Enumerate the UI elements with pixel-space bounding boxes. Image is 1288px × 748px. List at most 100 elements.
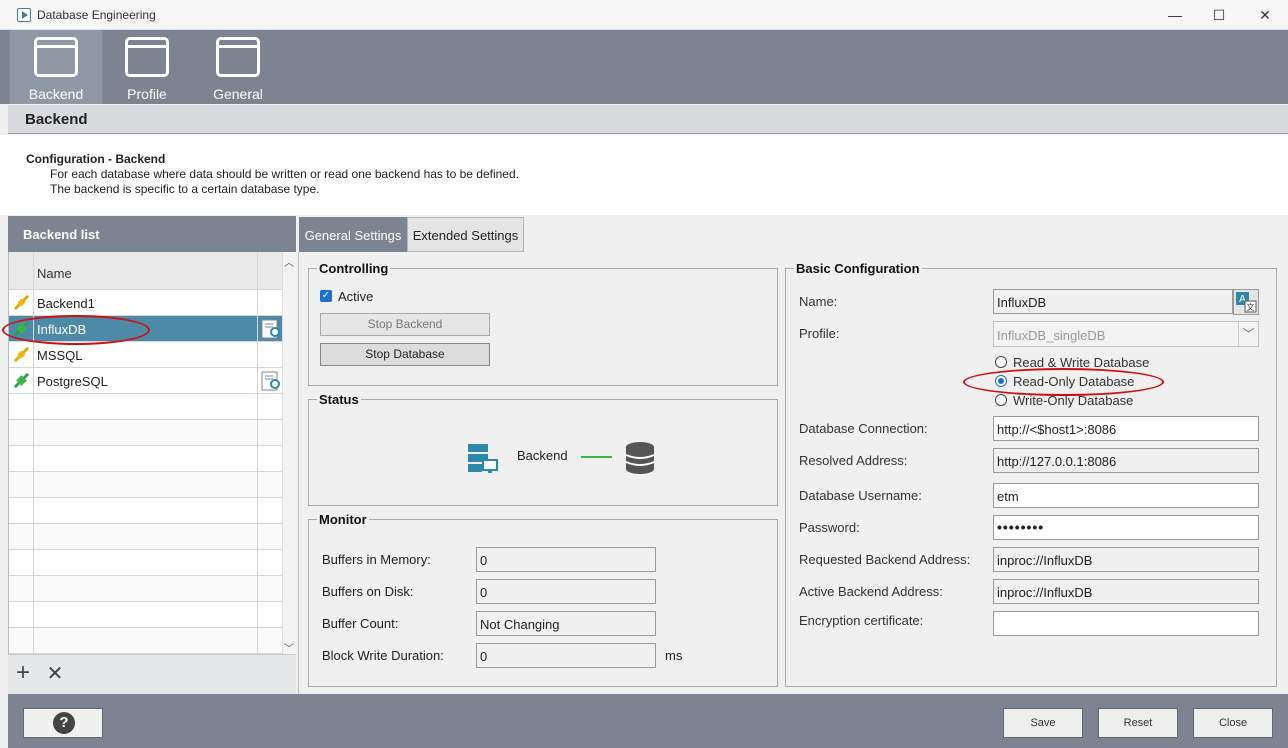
info-text: For each database where data should be w… (50, 167, 519, 181)
requested-backend-address-field: inproc://InfluxDB (993, 547, 1259, 572)
list-empty-row (9, 550, 283, 576)
certificate-icon (261, 371, 280, 391)
group-title: Monitor (319, 512, 367, 527)
reset-button[interactable]: Reset (1098, 708, 1178, 738)
database-username-field[interactable]: etm (993, 483, 1259, 508)
plug-connected-icon (13, 372, 30, 389)
tab-extended-settings[interactable]: Extended Settings (407, 217, 524, 252)
toolbar-profile-button[interactable]: Profile (101, 30, 193, 104)
database-connection-label: Database Connection: (799, 421, 928, 436)
buffers-in-memory-label: Buffers in Memory: (322, 552, 431, 567)
highlight-annotation (963, 368, 1164, 396)
buffers-on-disk-field: 0 (476, 579, 656, 604)
block-write-duration-label: Block Write Duration: (322, 648, 444, 663)
list-empty-row (9, 602, 283, 628)
password-field[interactable]: •••••••• (993, 515, 1259, 540)
section-header (8, 105, 1288, 134)
requested-backend-address-label: Requested Backend Address: (799, 552, 971, 567)
list-empty-row (9, 498, 283, 524)
maximize-button[interactable]: ☐ (1204, 5, 1234, 25)
list-item-mssql[interactable]: MSSQL (9, 342, 283, 368)
column-header-name[interactable]: Name (37, 266, 72, 281)
list-item-postgresql[interactable]: PostgreSQL (9, 368, 283, 394)
chevron-down-icon[interactable]: ﹀ (1238, 322, 1258, 346)
add-backend-button[interactable]: + (12, 661, 34, 686)
list-scrollbar[interactable] (282, 252, 296, 654)
minimize-button[interactable]: — (1160, 5, 1190, 25)
info-title: Configuration - Backend (26, 152, 166, 166)
block-write-unit: ms (665, 648, 683, 663)
certificate-icon (261, 319, 280, 339)
active-backend-address-field: inproc://InfluxDB (993, 579, 1259, 604)
toolbar-backend-button[interactable]: Backend (10, 30, 102, 104)
database-username-label: Database Username: (799, 488, 922, 503)
password-label: Password: (799, 520, 860, 535)
block-write-duration-field: 0 (476, 643, 656, 668)
toolbar-label: General (213, 86, 263, 102)
help-icon[interactable]: ? (53, 712, 75, 734)
list-item-label: Backend1 (37, 296, 95, 311)
footer-bar (8, 694, 1288, 748)
backend-list-title: Backend list (23, 227, 100, 242)
window-icon (125, 37, 169, 77)
profile-dropdown[interactable]: InfluxDB_singleDB (993, 321, 1259, 347)
encryption-certificate-field[interactable] (993, 611, 1259, 636)
translate-icon: A 文 (1236, 292, 1257, 313)
database-connection-field[interactable]: http://<$host1>:8086 (993, 416, 1259, 441)
active-checkbox[interactable]: ✓ (320, 290, 332, 302)
window-icon (216, 37, 260, 77)
backend-list: Name Backend1 InfluxDB MSSQL PostgreSQL (8, 252, 283, 654)
window-title: Database Engineering (37, 8, 156, 22)
buffers-in-memory-field: 0 (476, 547, 656, 572)
group-title: Status (319, 392, 359, 407)
close-button[interactable]: Close (1193, 708, 1273, 738)
highlight-annotation (2, 315, 150, 345)
list-empty-row (9, 628, 283, 654)
list-empty-row (9, 576, 283, 602)
list-item-label: MSSQL (37, 348, 83, 363)
group-title: Controlling (319, 261, 389, 276)
list-empty-row (9, 420, 283, 446)
list-item-backend1[interactable]: Backend1 (9, 290, 283, 316)
list-empty-row (9, 446, 283, 472)
translate-button[interactable]: A 文 (1233, 289, 1259, 315)
save-button[interactable]: Save (1003, 708, 1083, 738)
close-window-button[interactable]: ✕ (1250, 5, 1280, 25)
remove-backend-button[interactable]: ✕ (44, 662, 66, 686)
database-icon (625, 442, 655, 474)
tab-general-settings[interactable]: General Settings (299, 217, 407, 252)
encryption-certificate-label: Encryption certificate: (799, 613, 924, 628)
buffer-count-label: Buffer Count: (322, 616, 399, 631)
buffers-on-disk-label: Buffers on Disk: (322, 584, 414, 599)
group-title: Basic Configuration (796, 261, 920, 276)
active-checkbox-label[interactable]: Active (338, 289, 373, 304)
plug-disconnected-icon (13, 294, 30, 311)
toolbar-general-button[interactable]: General (192, 30, 284, 104)
toolbar-label: Backend (28, 86, 84, 102)
list-empty-row (9, 394, 283, 420)
stop-backend-button[interactable]: Stop Backend (320, 313, 490, 336)
server-icon (468, 444, 498, 473)
status-backend-label: Backend (517, 448, 568, 463)
mode-radio-write-only[interactable] (995, 394, 1007, 406)
stop-database-button[interactable]: Stop Database (320, 343, 490, 366)
connection-status-line (581, 456, 612, 458)
name-label: Name: (799, 294, 838, 309)
app-icon (17, 8, 31, 22)
resolved-address-label: Resolved Address: (799, 453, 908, 468)
title-bar (0, 0, 1288, 30)
list-empty-row (9, 472, 283, 498)
active-backend-address-label: Active Backend Address: (799, 584, 943, 599)
plug-disconnected-icon (13, 346, 30, 363)
resolved-address-field: http://127.0.0.1:8086 (993, 448, 1259, 473)
list-header-row: Name (9, 252, 283, 290)
mode-radio-read-write[interactable] (995, 356, 1007, 368)
info-text: The backend is specific to a certain dat… (50, 182, 320, 196)
svg-text:文: 文 (1247, 302, 1255, 312)
window-icon (34, 37, 78, 77)
list-item-label: PostgreSQL (37, 374, 108, 389)
toolbar-label: Profile (127, 86, 167, 102)
name-field[interactable]: InfluxDB (993, 289, 1233, 314)
scroll-up-icon[interactable]: ︿ (282, 254, 296, 269)
scroll-down-icon[interactable]: ﹀ (282, 640, 296, 655)
